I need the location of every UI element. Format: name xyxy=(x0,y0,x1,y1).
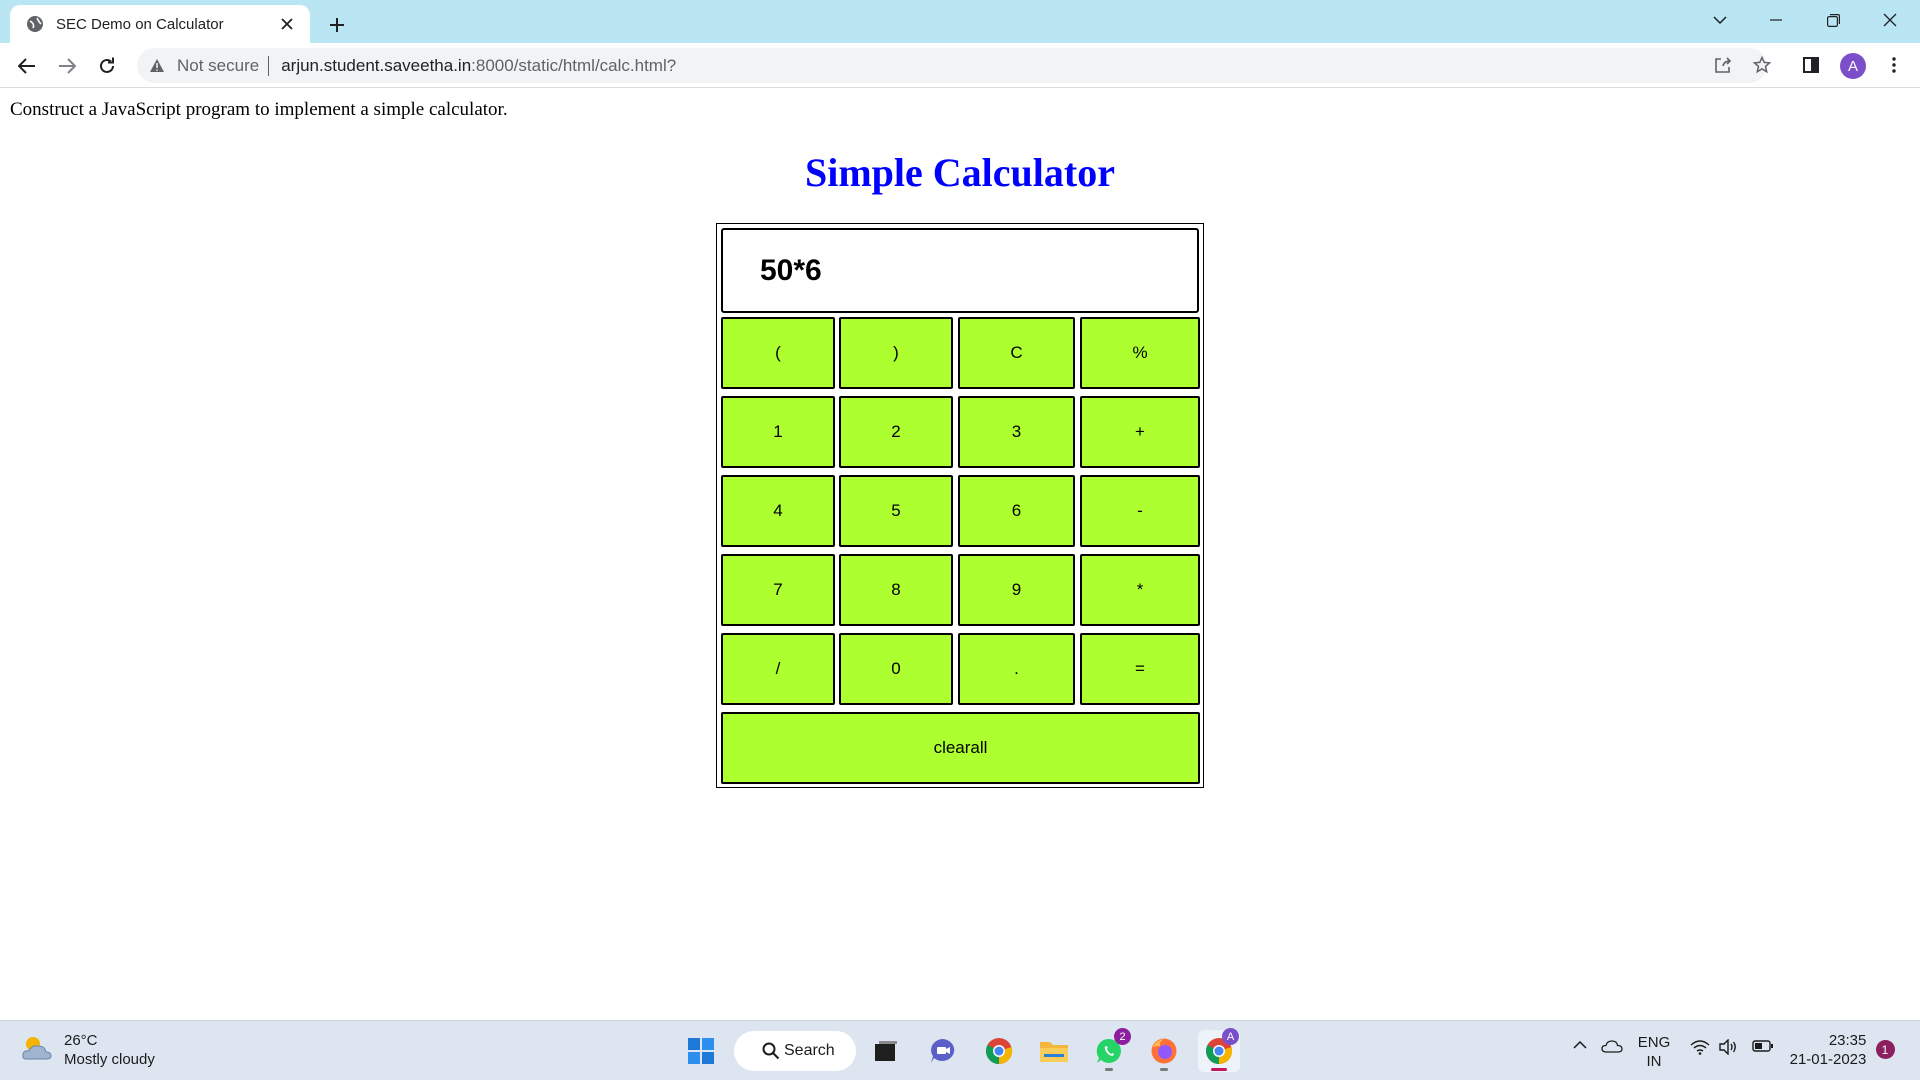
teams-chat-icon[interactable] xyxy=(922,1030,964,1072)
battery-icon[interactable] xyxy=(1750,1040,1776,1052)
browser-tab[interactable]: SEC Demo on Calculator xyxy=(10,5,310,43)
key-multiply[interactable]: * xyxy=(1080,554,1200,626)
firefox-icon[interactable] xyxy=(1143,1030,1185,1072)
onedrive-cloud-icon[interactable] xyxy=(1598,1039,1626,1053)
key-7[interactable]: 7 xyxy=(721,554,835,626)
key-decimal[interactable]: . xyxy=(958,633,1075,705)
profile-badge: A xyxy=(1222,1028,1239,1045)
key-open-paren[interactable]: ( xyxy=(721,317,835,389)
address-separator xyxy=(268,55,270,76)
tab-search-icon[interactable] xyxy=(1692,2,1748,38)
running-indicator xyxy=(1160,1068,1168,1071)
volume-icon[interactable] xyxy=(1716,1039,1740,1055)
bookmark-star-icon[interactable] xyxy=(1748,51,1776,79)
notification-badge: 1 xyxy=(1875,1040,1895,1059)
weather-condition: Mostly cloudy xyxy=(64,1051,155,1068)
reload-icon[interactable] xyxy=(90,49,124,83)
search-label: Search xyxy=(784,1042,835,1059)
url-text[interactable]: arjun.student.saveetha.in:8000/static/ht… xyxy=(281,56,676,76)
close-icon[interactable] xyxy=(276,13,298,35)
minimize-icon[interactable] xyxy=(1748,2,1804,38)
whatsapp-icon[interactable]: 2 xyxy=(1088,1028,1131,1072)
key-minus[interactable]: - xyxy=(1080,475,1200,547)
whatsapp-unread-badge: 2 xyxy=(1114,1028,1131,1045)
browser-tab-strip: SEC Demo on Calculator xyxy=(0,0,1920,43)
language-code: ENG xyxy=(1637,1034,1671,1051)
calculator-display[interactable]: 50*6 xyxy=(721,228,1199,313)
key-5[interactable]: 5 xyxy=(839,475,953,547)
page-title: Simple Calculator xyxy=(805,150,1115,195)
language-indicator[interactable]: ENG IN xyxy=(1636,1033,1672,1071)
key-6[interactable]: 6 xyxy=(958,475,1075,547)
cloudy-weather-icon xyxy=(20,1033,54,1068)
warning-icon[interactable] xyxy=(149,58,169,73)
key-0[interactable]: 0 xyxy=(839,633,953,705)
region-code: IN xyxy=(1646,1053,1662,1070)
file-explorer-icon[interactable] xyxy=(1033,1030,1075,1072)
active-indicator xyxy=(1211,1068,1227,1071)
task-view-icon[interactable] xyxy=(865,1030,907,1072)
windows-start-icon[interactable] xyxy=(680,1030,722,1072)
key-divide[interactable]: / xyxy=(721,633,835,705)
running-indicator xyxy=(1105,1068,1113,1071)
restore-icon[interactable] xyxy=(1805,2,1861,38)
new-tab-button[interactable] xyxy=(322,10,352,40)
clock[interactable]: 23:35 21-01-2023 xyxy=(1788,1031,1868,1069)
back-arrow-icon[interactable] xyxy=(10,49,44,83)
key-clear[interactable]: C xyxy=(958,317,1075,389)
browser-toolbar: Not secure arjun.student.saveetha.in:800… xyxy=(0,43,1920,88)
search-icon xyxy=(762,1042,780,1065)
page-content: Construct a JavaScript program to implem… xyxy=(0,89,1920,1020)
taskbar-search[interactable]: Search xyxy=(734,1031,856,1071)
clock-time: 23:35 xyxy=(1828,1032,1867,1049)
chrome-profile-icon[interactable]: A xyxy=(1198,1028,1240,1072)
clock-date: 21-01-2023 xyxy=(1789,1051,1867,1068)
forward-arrow-icon[interactable] xyxy=(50,49,84,83)
taskbar: 26°C Mostly cloudy Search 2 A ENG IN 23:… xyxy=(0,1020,1920,1080)
security-status[interactable]: Not secure xyxy=(177,56,259,76)
menu-kebab-icon[interactable] xyxy=(1880,51,1908,79)
show-hidden-icons-chevron-icon[interactable] xyxy=(1568,1041,1592,1049)
tab-title: SEC Demo on Calculator xyxy=(56,15,224,33)
side-panel-icon[interactable] xyxy=(1797,51,1825,79)
key-1[interactable]: 1 xyxy=(721,396,835,468)
profile-avatar[interactable]: A xyxy=(1840,53,1866,79)
notification-center[interactable]: 1 xyxy=(1874,1040,1896,1059)
url-host: arjun.student.saveetha.in xyxy=(281,55,472,75)
key-9[interactable]: 9 xyxy=(958,554,1075,626)
key-4[interactable]: 4 xyxy=(721,475,835,547)
globe-icon xyxy=(26,15,44,33)
calculator: 50*6 ( ) C % 1 2 3 + 4 5 6 - 7 8 9 * / 0… xyxy=(716,223,1204,788)
key-close-paren[interactable]: ) xyxy=(839,317,953,389)
close-window-icon[interactable] xyxy=(1862,2,1918,38)
address-bar[interactable]: Not secure arjun.student.saveetha.in:800… xyxy=(137,48,1767,83)
clear-all-button[interactable]: clearall xyxy=(721,712,1200,784)
weather-temperature: 26°C xyxy=(64,1032,98,1049)
share-icon[interactable] xyxy=(1709,51,1737,79)
key-3[interactable]: 3 xyxy=(958,396,1075,468)
wifi-icon[interactable] xyxy=(1688,1039,1712,1055)
key-2[interactable]: 2 xyxy=(839,396,953,468)
url-path: :8000/static/html/calc.html? xyxy=(471,55,677,75)
instruction-text: Construct a JavaScript program to implem… xyxy=(10,99,508,120)
key-equals[interactable]: = xyxy=(1080,633,1200,705)
chrome-icon[interactable] xyxy=(978,1030,1020,1072)
key-8[interactable]: 8 xyxy=(839,554,953,626)
key-plus[interactable]: + xyxy=(1080,396,1200,468)
weather-widget[interactable]: 26°C Mostly cloudy xyxy=(20,1031,155,1069)
key-percent[interactable]: % xyxy=(1080,317,1200,389)
